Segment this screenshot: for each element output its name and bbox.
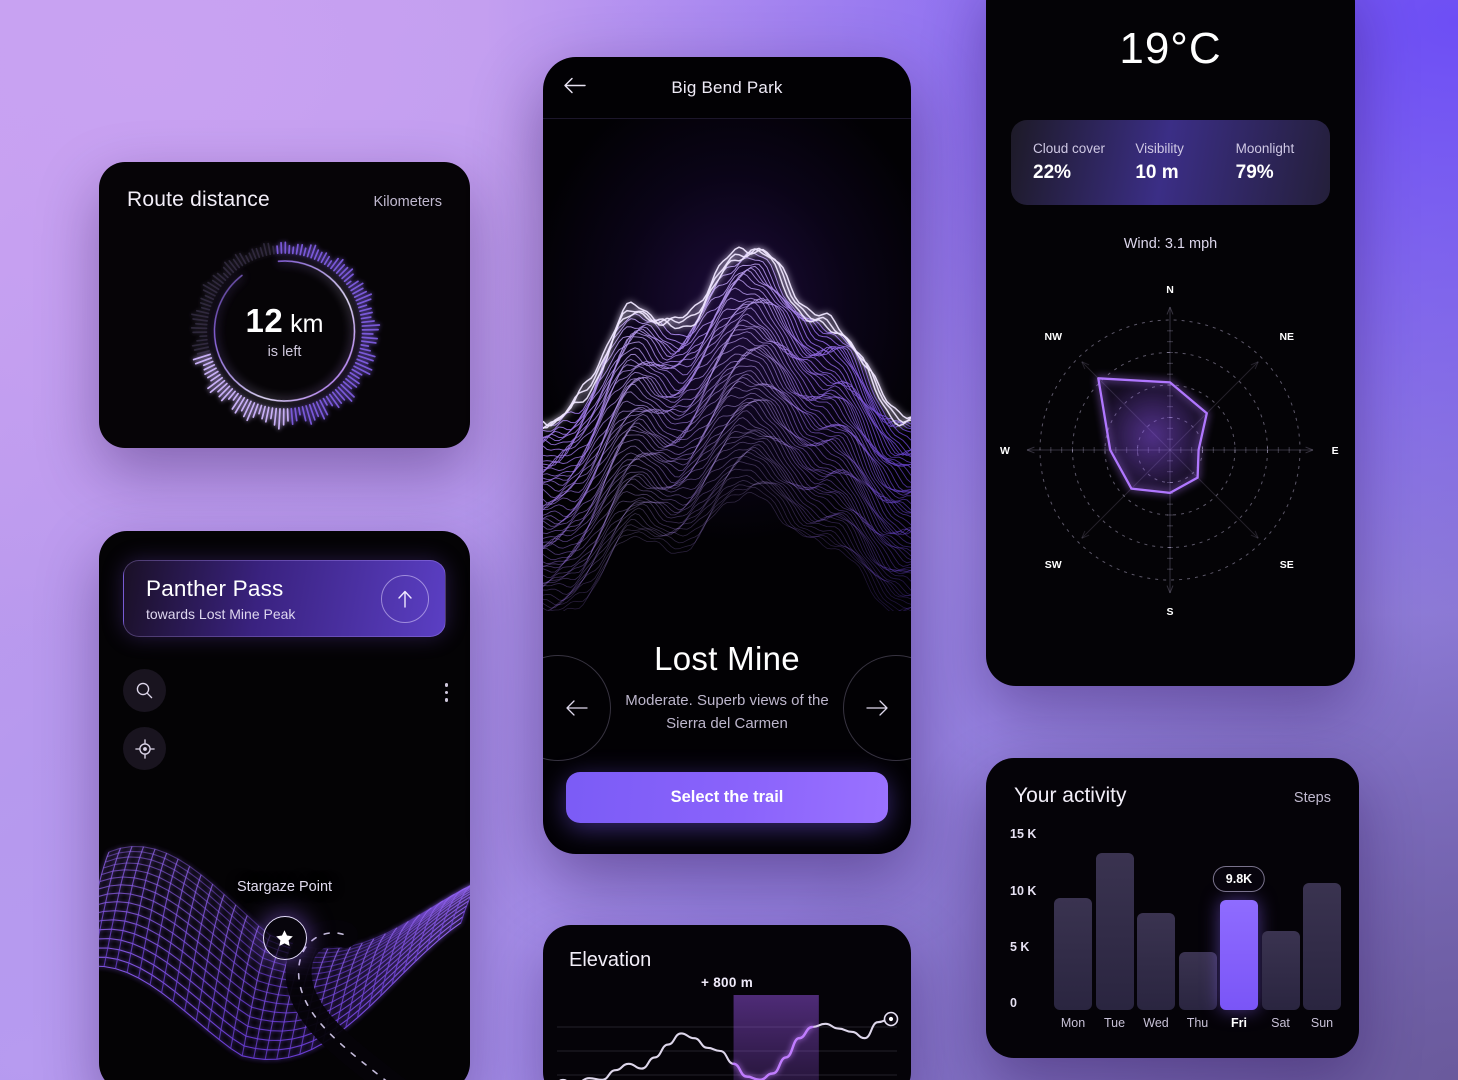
stat-value: 10 m — [1135, 162, 1179, 183]
bar[interactable] — [1095, 852, 1134, 1010]
day-label: Wed — [1143, 1016, 1169, 1030]
elevation-card: Elevation + 800 m — [543, 925, 911, 1080]
bar-column[interactable] — [1095, 852, 1134, 1010]
locate-icon[interactable] — [123, 727, 166, 770]
route-gauge-center: 12 km is left — [185, 302, 385, 360]
search-icon[interactable] — [123, 669, 166, 712]
svg-text:NE: NE — [1279, 331, 1294, 343]
bar-column[interactable] — [1178, 951, 1217, 1010]
panther-pass-banner[interactable]: Panther Pass towards Lost Mine Peak — [123, 560, 446, 637]
svg-text:SE: SE — [1280, 559, 1294, 571]
phone-topbar: Big Bend Park — [543, 57, 911, 119]
stat-value: 22% — [1033, 162, 1072, 183]
stat-label: Visibility — [1135, 141, 1184, 156]
contour-svg — [543, 246, 911, 611]
bar[interactable] — [1054, 897, 1092, 1010]
stat-label: Moonlight — [1235, 141, 1295, 156]
panther-pass-text: Panther Pass towards Lost Mine Peak — [146, 576, 381, 622]
temperature-readout: 19°C — [1119, 24, 1222, 73]
trail-name: Lost Mine — [654, 640, 800, 677]
route-distance-gauge: 12 km is left — [99, 214, 470, 448]
day-label: Sat — [1271, 1016, 1290, 1030]
stargaze-point-label: Stargaze Point — [236, 879, 333, 895]
wind-rose-chart: N NE E SE S SW W NW — [986, 272, 1355, 662]
trail-description: Moderate. Superb views of the Sierra del… — [625, 692, 829, 732]
svg-text:W: W — [1000, 445, 1010, 457]
bar[interactable] — [1220, 899, 1258, 1010]
trail-info: Lost Mine Moderate. Superb views of the … — [543, 640, 911, 735]
wind-rose-svg: N NE E SE S SW W NW — [1000, 284, 1339, 618]
bar-value-tooltip: 9.8K — [1212, 865, 1266, 892]
bar[interactable] — [1137, 913, 1175, 1010]
arrow-left-icon[interactable] — [563, 76, 587, 99]
day-label: Tue — [1103, 1016, 1126, 1030]
weather-stats-row: Cloud cover 22% Visibility 10 m Moonligh… — [1011, 120, 1330, 205]
more-vertical-icon[interactable] — [444, 683, 448, 702]
route-distance-unit-label: Kilometers — [373, 194, 443, 210]
route-distance-title: Route distance — [127, 188, 270, 211]
bar-series — [1054, 830, 1341, 1010]
weather-panel: 19°C Cloud cover 22% Visibility 10 m Moo… — [986, 0, 1355, 686]
stat-moonlight: Moonlight 79% — [1230, 141, 1330, 184]
y-tick-label: 0 — [1010, 996, 1017, 1010]
bar-column[interactable] — [1220, 899, 1258, 1010]
select-trail-button[interactable]: Select the trail — [566, 772, 888, 823]
route-distance-header: Route distance Kilometers — [99, 162, 470, 212]
svg-text:E: E — [1332, 445, 1339, 457]
svg-text:SW: SW — [1045, 559, 1062, 571]
elevation-title: Elevation — [569, 949, 652, 971]
star-icon[interactable] — [262, 916, 307, 960]
panther-pass-title: Panther Pass — [146, 575, 284, 601]
svg-text:NW: NW — [1045, 331, 1063, 343]
stat-cloud-cover: Cloud cover 22% — [1011, 141, 1127, 184]
day-label: Fri — [1231, 1016, 1247, 1030]
svg-text:S: S — [1166, 606, 1173, 618]
bar-column[interactable] — [1137, 913, 1175, 1010]
y-tick-label: 15 K — [1010, 827, 1037, 842]
svg-text:N: N — [1166, 284, 1174, 296]
route-distance-subtext: is left — [267, 344, 302, 360]
day-label: Thu — [1186, 1016, 1209, 1030]
trail-detail-phone: Big Bend Park Lost Mine Moderate. Superb… — [543, 57, 911, 854]
bar[interactable] — [1261, 931, 1300, 1010]
y-tick-label: 5 K — [1010, 939, 1030, 954]
arrow-up-icon[interactable] — [381, 574, 429, 623]
activity-card: Your activity Steps 0 5 K 10 K 15 K Mon Tue W… — [986, 758, 1359, 1058]
stat-visibility: Visibility 10 m — [1127, 141, 1229, 184]
stat-value: 79% — [1235, 162, 1274, 183]
activity-header: Your activity Steps — [986, 758, 1359, 808]
mountain-contour-visual — [543, 119, 911, 611]
map-card: Panther Pass towards Lost Mine Peak Star… — [99, 531, 470, 1080]
day-label: Sun — [1310, 1016, 1334, 1030]
day-label: Mon — [1060, 1016, 1086, 1030]
panther-pass-subtitle: towards Lost Mine Peak — [146, 605, 296, 622]
bar-column[interactable] — [1054, 897, 1092, 1010]
elevation-gain-badge: + 800 m — [700, 975, 753, 990]
activity-title: Your activity — [1014, 784, 1127, 807]
bar[interactable] — [1303, 882, 1341, 1010]
activity-metric-label: Steps — [1293, 790, 1331, 806]
x-axis-labels: Mon Tue Wed Thu Fri Sat Sun — [1054, 1016, 1341, 1030]
route-distance-card: Route distance Kilometers 12 km is left — [99, 162, 470, 448]
route-distance-value: 12 km — [245, 302, 324, 339]
page-title: Big Bend Park — [671, 77, 783, 97]
bar-column[interactable] — [1303, 882, 1341, 1010]
bar[interactable] — [1178, 951, 1217, 1010]
route-distance-value-unit: km — [290, 310, 324, 338]
wind-readout: Wind: 3.1 mph — [1123, 236, 1218, 252]
y-tick-label: 10 K — [1010, 883, 1037, 898]
bar-column[interactable] — [1261, 931, 1300, 1010]
stat-label: Cloud cover — [1033, 141, 1106, 156]
activity-bar-chart: 0 5 K 10 K 15 K Mon Tue Wed Thu Fri Sat Sun 9.8K — [986, 827, 1359, 1050]
elevation-chart — [557, 995, 899, 1080]
y-axis-labels: 0 5 K 10 K 15 K — [1010, 827, 1050, 1010]
